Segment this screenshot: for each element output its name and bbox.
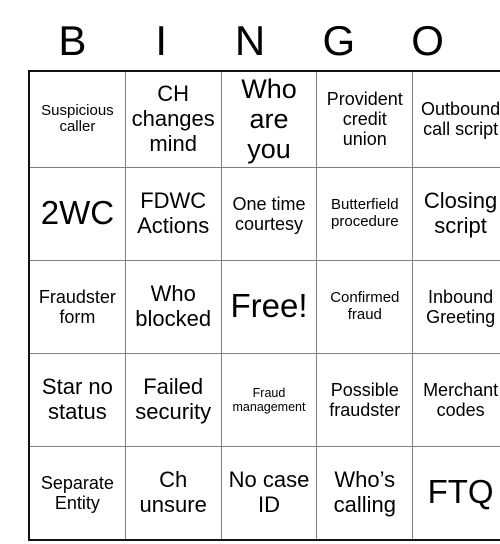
bingo-header-letter-i: I [155,17,168,64]
bingo-cell[interactable]: Possible fraudster [316,352,414,447]
bingo-cell[interactable]: Inbound Greeting [412,259,500,354]
bingo-card: B I N G O Suspicious caller CH changes m… [28,12,500,541]
bingo-cell[interactable]: Star no status [28,352,126,447]
bingo-cell[interactable]: Failed security [124,352,222,447]
bingo-header-letter-n: N [234,17,266,64]
bingo-cell[interactable]: No case ID [220,445,318,541]
bingo-cell[interactable]: Who’s calling [316,445,414,541]
bingo-cell[interactable]: Provident credit union [316,70,414,168]
bingo-cell[interactable]: Suspicious caller [28,70,126,168]
bingo-grid: Suspicious caller CH changes mind Who ar… [28,70,500,541]
bingo-cell[interactable]: FTQ [412,445,500,541]
bingo-cell[interactable]: Outbound call script [412,70,500,168]
bingo-cell[interactable]: Fraud management [220,352,318,447]
bingo-header-letter-b: B [58,17,87,64]
bingo-header: B I N G O [28,12,472,70]
bingo-cell[interactable]: FDWC Actions [124,166,222,261]
bingo-row: Separate Entity Ch unsure No case ID Who… [28,445,500,541]
bingo-header-letter-o: O [411,17,444,64]
bingo-cell[interactable]: Ch unsure [124,445,222,541]
bingo-cell[interactable]: Merchant codes [412,352,500,447]
bingo-cell[interactable]: Who blocked [124,259,222,354]
bingo-row: Fraudster form Who blocked Free! Confirm… [28,259,500,354]
bingo-row: Star no status Failed security Fraud man… [28,352,500,447]
bingo-cell[interactable]: 2WC [28,166,126,261]
bingo-row: 2WC FDWC Actions One time courtesy Butte… [28,166,500,261]
bingo-row: Suspicious caller CH changes mind Who ar… [28,70,500,168]
bingo-cell[interactable]: Butterfield procedure [316,166,414,261]
bingo-cell[interactable]: Fraudster form [28,259,126,354]
bingo-cell[interactable]: Closing script [412,166,500,261]
bingo-cell[interactable]: One time courtesy [220,166,318,261]
bingo-cell[interactable]: Confirmed fraud [316,259,414,354]
bingo-cell[interactable]: Separate Entity [28,445,126,541]
bingo-cell[interactable]: Who are you [220,70,318,168]
bingo-header-letter-g: G [322,17,356,64]
bingo-cell-free[interactable]: Free! [220,259,318,354]
bingo-cell[interactable]: CH changes mind [124,70,222,168]
